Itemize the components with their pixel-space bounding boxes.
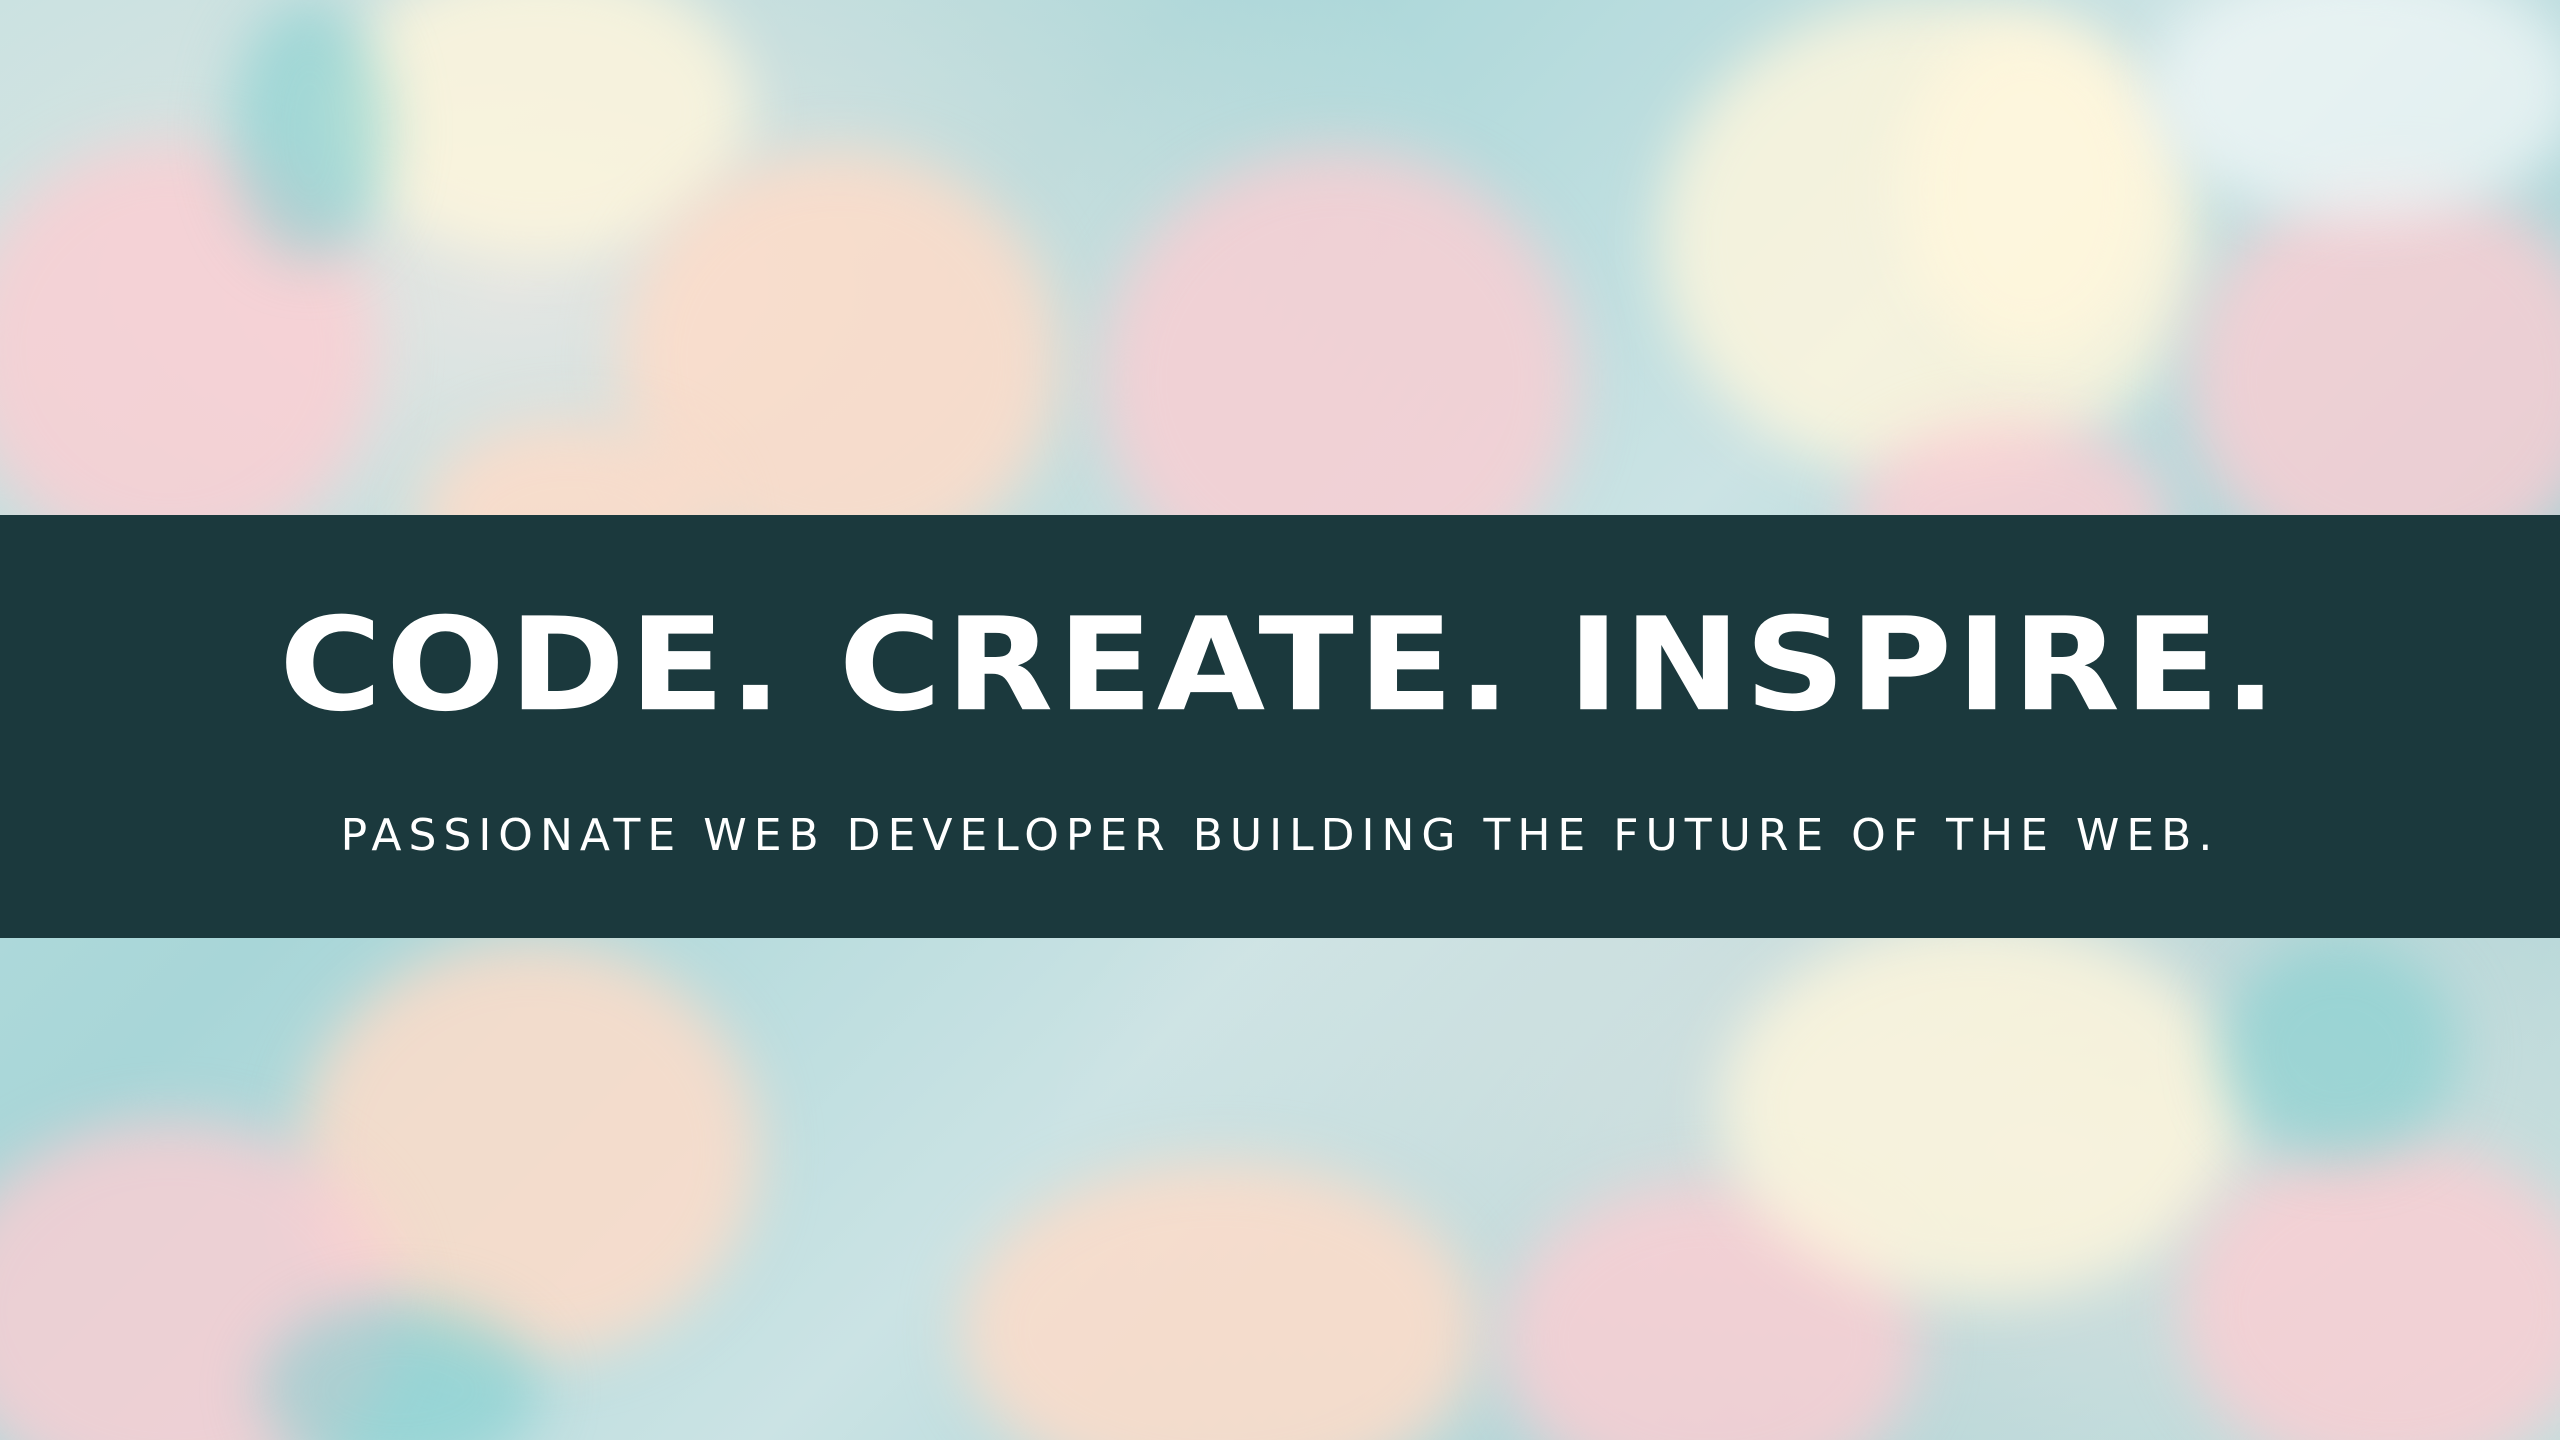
bokeh-light <box>1900 20 2160 360</box>
bokeh-light <box>2180 1140 2560 1440</box>
hero-banner: CODE. CREATE. INSPIRE. PASSIONATE WEB DE… <box>0 515 2560 938</box>
bokeh-light <box>1720 920 2240 1300</box>
hero-headline: CODE. CREATE. INSPIRE. <box>279 590 2281 741</box>
bokeh-light <box>960 1160 1480 1440</box>
bokeh-light <box>230 0 390 260</box>
bokeh-light <box>2150 0 2560 220</box>
hero-tagline: PASSIONATE WEB DEVELOPER BUILDING THE FU… <box>340 809 2220 861</box>
bokeh-light <box>2220 940 2460 1160</box>
